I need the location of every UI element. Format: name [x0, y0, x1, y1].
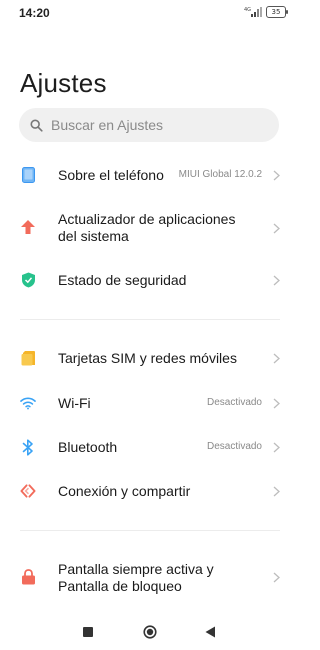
settings-item-label: Conexión y compartir	[58, 483, 191, 499]
search-input[interactable]	[51, 108, 266, 142]
settings-item-label: Wi-Fi	[58, 395, 91, 411]
settings-item-security-status[interactable]: Estado de seguridad	[0, 265, 300, 295]
settings-item-sim-cards[interactable]: Tarjetas SIM y redes móviles	[0, 343, 300, 373]
wifi-icon	[20, 395, 36, 411]
bluetooth-icon	[20, 438, 36, 456]
settings-item-label: Estado de seguridad	[58, 272, 187, 288]
settings-item-label-line1: Actualizador de aplicaciones	[58, 211, 236, 227]
search-bar[interactable]	[19, 108, 279, 142]
settings-item-always-on-lock-screen[interactable]: Pantalla siempre activa y Pantalla de bl…	[0, 556, 300, 598]
settings-item-label: Bluetooth	[58, 439, 118, 455]
sim-card-icon	[20, 350, 36, 366]
network-type: 4G	[244, 7, 251, 13]
section-divider	[20, 530, 280, 531]
settings-item-label-line2: del sistema	[58, 228, 129, 244]
settings-item-label-line2: Pantalla de bloqueo	[58, 578, 182, 594]
navigation-bar	[0, 612, 300, 650]
settings-item-connection-sharing[interactable]: Conexión y compartir	[0, 476, 300, 506]
settings-item-value: Desactivado	[206, 397, 262, 408]
chevron-right-icon	[273, 353, 280, 364]
back-button[interactable]	[205, 626, 216, 638]
settings-item-value: MIUI Global 12.0.2	[178, 169, 262, 180]
page-title: Ajustes	[20, 68, 107, 98]
settings-item-system-app-updater[interactable]: Actualizador de aplicaciones del sistema	[0, 207, 300, 249]
phone-icon	[20, 167, 36, 183]
settings-item-bluetooth[interactable]: Bluetooth Desactivado	[0, 432, 300, 462]
status-bar: 14:20 4G 35	[0, 0, 300, 26]
settings-item-about-phone[interactable]: Sobre el teléfono MIUI Global 12.0.2	[0, 160, 300, 190]
lock-icon	[20, 569, 36, 585]
chevron-right-icon	[273, 572, 280, 583]
battery-level: 35	[271, 8, 281, 16]
settings-item-label: Tarjetas SIM y redes móviles	[58, 350, 237, 366]
settings-item-label-line1: Pantalla siempre activa y	[58, 561, 214, 577]
chevron-right-icon	[273, 275, 280, 286]
chevron-right-icon	[273, 398, 280, 409]
settings-item-wifi[interactable]: Wi-Fi Desactivado	[0, 388, 300, 418]
home-button[interactable]	[143, 625, 157, 639]
chevron-right-icon	[273, 223, 280, 234]
chevron-right-icon	[273, 170, 280, 181]
settings-item-value: Desactivado	[206, 441, 262, 452]
arrow-up-icon	[20, 219, 36, 235]
status-icons: 4G 35	[244, 6, 288, 18]
search-icon	[30, 119, 43, 132]
signal-icon: 4G	[244, 7, 262, 17]
recent-apps-button[interactable]	[83, 627, 93, 637]
battery-icon: 35	[266, 6, 288, 18]
chevron-right-icon	[273, 486, 280, 497]
section-divider	[20, 319, 280, 320]
status-time: 14:20	[19, 6, 50, 20]
share-connection-icon	[20, 483, 36, 499]
shield-check-icon	[20, 272, 36, 288]
chevron-right-icon	[273, 442, 280, 453]
settings-item-label: Sobre el teléfono	[58, 167, 164, 183]
